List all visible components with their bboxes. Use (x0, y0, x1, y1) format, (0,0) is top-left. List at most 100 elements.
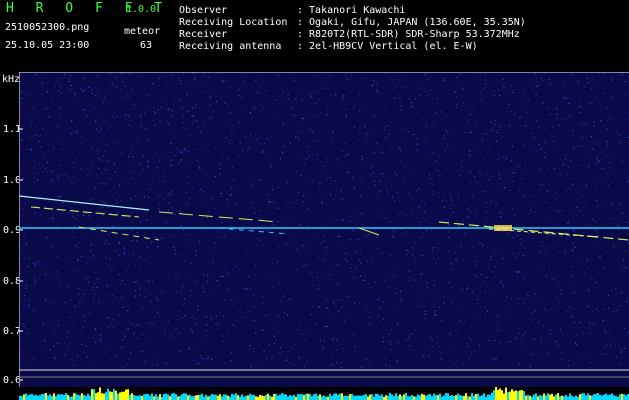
noise-speck (324, 329, 326, 331)
noise-speck (228, 273, 230, 275)
noise-speck (573, 230, 575, 232)
noise-speck (493, 362, 494, 364)
noise-speck (350, 239, 352, 241)
noise-floor-bar (107, 388, 109, 400)
noise-speck (354, 126, 355, 128)
noise-speck (361, 272, 363, 273)
noise-speck (436, 98, 438, 100)
noise-speck (473, 123, 474, 124)
noise-speck (389, 319, 391, 321)
noise-speck (564, 250, 566, 252)
noise-speck (223, 340, 224, 342)
noise-speck (559, 329, 561, 331)
noise-speck (373, 180, 375, 182)
noise-speck (324, 87, 326, 89)
noise-speck (604, 223, 606, 225)
noise-speck (390, 366, 392, 368)
noise-speck (561, 335, 563, 337)
noise-speck (41, 93, 43, 95)
noise-speck (45, 236, 47, 238)
antenna-label: Receiving antenna (179, 41, 282, 52)
noise-speck (78, 293, 80, 295)
noise-speck (89, 171, 91, 173)
noise-speck (159, 159, 161, 161)
noise-speck (255, 182, 257, 184)
noise-speck (100, 335, 102, 337)
noise-speck (448, 193, 450, 194)
noise-speck (492, 271, 493, 273)
noise-speck (343, 320, 345, 322)
noise-speck (555, 198, 557, 200)
noise-speck (428, 355, 429, 357)
noise-speck (274, 279, 276, 281)
noise-speck (215, 280, 217, 282)
noise-speck (150, 300, 152, 302)
noise-speck (572, 130, 574, 132)
noise-speck (589, 332, 591, 334)
noise-speck (170, 142, 172, 144)
noise-speck (197, 363, 199, 365)
noise-speck (107, 206, 109, 208)
noise-speck (334, 346, 336, 348)
noise-speck (359, 110, 361, 112)
noise-speck (272, 286, 274, 288)
noise-speck (31, 362, 33, 364)
noise-speck (213, 262, 214, 264)
noise-speck (193, 359, 195, 361)
noise-speck (611, 79, 613, 81)
noise-speck (68, 179, 70, 181)
noise-speck (311, 302, 313, 304)
noise-speck (527, 111, 529, 113)
noise-speck (273, 342, 275, 344)
noise-speck (360, 275, 361, 277)
noise-speck (392, 264, 394, 266)
noise-speck (437, 192, 439, 194)
noise-speck (455, 252, 457, 254)
noise-speck (447, 218, 449, 220)
noise-speck (613, 236, 615, 237)
noise-floor-bar (195, 395, 197, 400)
noise-speck (312, 141, 314, 143)
noise-speck (341, 198, 343, 200)
noise-speck (448, 349, 450, 351)
noise-speck (289, 319, 291, 321)
noise-speck (225, 136, 227, 138)
noise-speck (423, 305, 425, 307)
noise-speck (234, 204, 236, 206)
noise-speck (411, 349, 413, 350)
noise-speck (413, 185, 414, 186)
noise-floor-bar (417, 394, 419, 400)
noise-speck (27, 332, 29, 334)
noise-speck (52, 218, 53, 220)
noise-speck (327, 179, 328, 181)
noise-speck (390, 343, 392, 345)
noise-speck (98, 158, 100, 160)
noise-speck (333, 302, 335, 303)
noise-speck (361, 159, 363, 161)
noise-speck (364, 78, 366, 79)
noise-speck (496, 132, 498, 134)
noise-speck (579, 322, 581, 324)
noise-speck (245, 248, 247, 250)
noise-floor-bar (539, 395, 541, 400)
noise-speck (184, 148, 186, 150)
noise-speck (142, 216, 144, 218)
noise-speck (321, 195, 323, 197)
noise-speck (99, 339, 101, 341)
noise-speck (578, 146, 580, 147)
noise-speck (197, 309, 199, 311)
noise-speck (287, 225, 289, 227)
noise-speck (216, 229, 218, 231)
noise-speck (399, 97, 401, 99)
noise-speck (526, 200, 528, 202)
noise-speck (107, 286, 109, 288)
noise-speck (132, 253, 134, 255)
noise-speck (303, 260, 305, 262)
noise-speck (323, 137, 325, 139)
noise-speck (401, 160, 402, 162)
noise-speck (82, 76, 84, 78)
noise-speck (257, 217, 259, 219)
noise-speck (173, 235, 175, 237)
noise-speck (488, 232, 490, 234)
noise-speck (187, 284, 189, 286)
